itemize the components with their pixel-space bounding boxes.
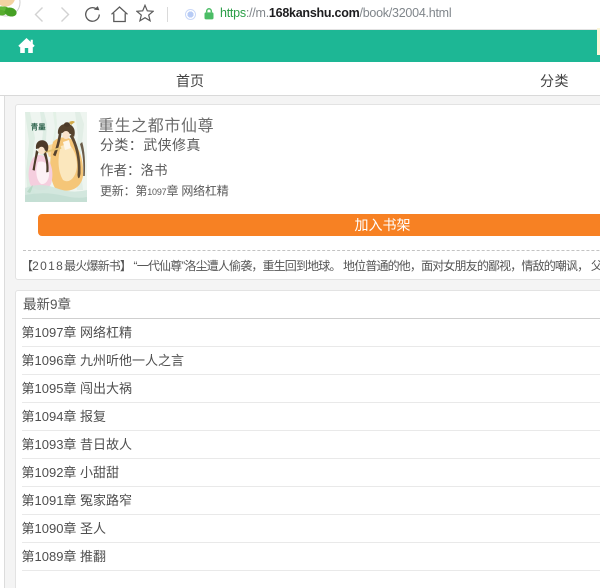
svg-text:青墨: 青墨 [31, 123, 46, 132]
